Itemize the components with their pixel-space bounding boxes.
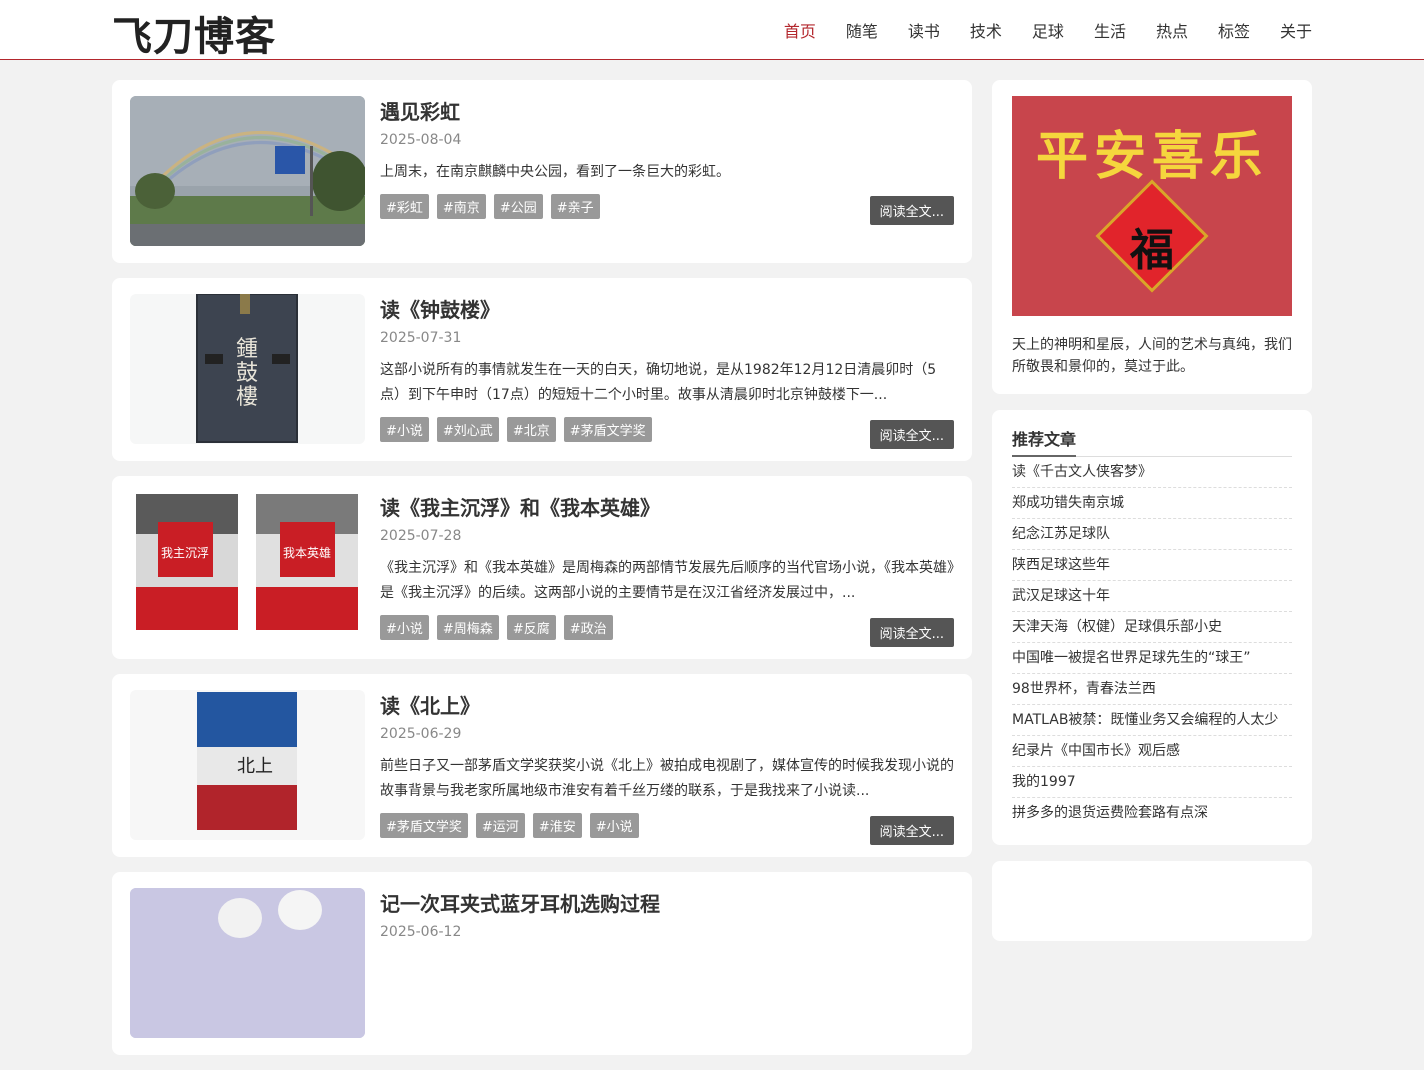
tag[interactable]: #彩虹 [380, 194, 429, 219]
post-date: 2025-07-31 [380, 330, 462, 346]
tag[interactable]: #公园 [493, 194, 543, 219]
recommend-item[interactable]: 拼多多的退货运费险套路有点深 [1012, 798, 1292, 829]
tag[interactable]: #周梅森 [436, 615, 499, 640]
post-date: 2025-08-04 [380, 132, 462, 148]
svg-text:鼓: 鼓 [236, 361, 258, 386]
site-logo[interactable]: 飞刀博客 [112, 4, 276, 62]
recommend-list: 读《千古文人侠客梦》 郑成功错失南京城 纪念江苏足球队 陕西足球这些年 武汉足球… [1012, 457, 1292, 829]
nav-home[interactable]: 首页 [784, 18, 816, 42]
post-title[interactable]: 遇见彩虹 [380, 96, 460, 125]
sidebar-quote: 天上的神明和星辰，人间的艺术与真纯，我们所敬畏和景仰的，莫过于此。 [1012, 337, 1292, 375]
main-nav: 首页 随笔 读书 技术 足球 生活 热点 标签 关于 [754, 18, 1312, 42]
nav-about[interactable]: 关于 [1280, 18, 1312, 42]
post-excerpt: 前些日子又一部茅盾文学奖获奖小说《北上》被拍成电视剧了，媒体宣传的时候我发现小说… [380, 758, 954, 799]
post-title[interactable]: 读《钟鼓楼》 [380, 294, 500, 323]
tag[interactable]: #小说 [380, 417, 429, 442]
post-tags: #茅盾文学奖 #运河 #淮安 #小说 [380, 813, 639, 838]
post-excerpt: 这部小说所有的事情就发生在一天的白天，确切地说，是从1982年12月12日清晨卯… [380, 362, 937, 403]
site-header: 飞刀博客 首页 随笔 读书 技术 足球 生活 热点 标签 关于 [0, 0, 1424, 60]
svg-text:我本英雄: 我本英雄 [283, 545, 331, 560]
post-title[interactable]: 读《北上》 [380, 690, 480, 719]
tag[interactable]: #亲子 [550, 194, 600, 219]
tag[interactable]: #刘心武 [436, 417, 499, 442]
tag[interactable]: #茅盾文学奖 [563, 417, 652, 442]
post-card: 鍾 鼓 樓 读《钟鼓楼》 2025-07-31 这部小说所有的事情就发生在一天的… [112, 278, 972, 461]
recommend-item[interactable]: 读《千古文人侠客梦》 [1012, 457, 1292, 488]
recommend-item[interactable]: 纪念江苏足球队 [1012, 519, 1292, 550]
nav-tags[interactable]: 标签 [1218, 18, 1250, 42]
svg-text:我主沉浮: 我主沉浮 [161, 546, 209, 560]
recommend-item[interactable]: 陕西足球这些年 [1012, 550, 1292, 581]
post-card: 遇见彩虹 2025-08-04 上周末，在南京麒麟中央公园，看到了一条巨大的彩虹… [112, 80, 972, 263]
recommend-item[interactable]: MATLAB被禁：既懂业务又会编程的人太少 [1012, 705, 1292, 736]
tag[interactable]: #茅盾文学奖 [380, 813, 468, 838]
post-thumbnail-rainbow[interactable] [130, 96, 365, 246]
tag[interactable]: #南京 [436, 194, 486, 219]
nav-tech[interactable]: 技术 [970, 18, 1002, 42]
post-card: 记一次耳夹式蓝牙耳机选购过程 2025-06-12 [112, 872, 972, 1055]
recommend-item[interactable]: 我的1997 [1012, 767, 1292, 798]
post-date: 2025-07-28 [380, 528, 462, 544]
recommend-item[interactable]: 武汉足球这十年 [1012, 581, 1292, 612]
tag[interactable]: #运河 [475, 813, 525, 838]
read-more-button[interactable]: 阅读全文... [869, 196, 954, 225]
recommend-box: 推荐文章 读《千古文人侠客梦》 郑成功错失南京城 纪念江苏足球队 陕西足球这些年… [992, 410, 1312, 845]
recommend-item[interactable]: 中国唯一被提名世界足球先生的“球王” [1012, 643, 1292, 674]
read-more-button[interactable]: 阅读全文... [869, 420, 954, 449]
tag[interactable]: #北京 [506, 417, 556, 442]
recommend-item[interactable]: 天津天海（权健）足球俱乐部小史 [1012, 612, 1292, 643]
post-card: 我主沉浮 我本英雄 读《我主沉浮》和《我本英雄》 2025-07-28 《我主沉… [112, 476, 972, 659]
nav-hot[interactable]: 热点 [1156, 18, 1188, 42]
post-date: 2025-06-12 [380, 924, 462, 940]
recommend-heading: 推荐文章 [1012, 426, 1292, 457]
post-list: 遇见彩虹 2025-08-04 上周末，在南京麒麟中央公园，看到了一条巨大的彩虹… [112, 80, 972, 1070]
nav-essays[interactable]: 随笔 [846, 18, 878, 42]
recommend-item[interactable]: 郑成功错失南京城 [1012, 488, 1292, 519]
tag[interactable]: #淮安 [532, 813, 582, 838]
sidebar: 平安喜乐 福 天上的神明和星辰，人间的艺术与真纯，我们所敬畏和景仰的，莫过于此。… [992, 80, 1312, 957]
tag[interactable]: #小说 [589, 813, 639, 838]
svg-text:鍾: 鍾 [236, 337, 258, 362]
post-thumbnail-book[interactable]: 鍾 鼓 樓 [130, 294, 365, 444]
poster-image: 平安喜乐 福 [1012, 96, 1292, 316]
tag[interactable]: #反腐 [506, 615, 556, 640]
post-date: 2025-06-29 [380, 726, 462, 742]
recommend-item[interactable]: 纪录片《中国市长》观后感 [1012, 736, 1292, 767]
svg-text:樓: 樓 [236, 385, 258, 410]
post-tags: #小说 #周梅森 #反腐 #政治 [380, 615, 613, 640]
post-tags: #小说 #刘心武 #北京 #茅盾文学奖 [380, 417, 652, 442]
post-excerpt: 上周末，在南京麒麟中央公园，看到了一条巨大的彩虹。 [380, 164, 730, 180]
post-thumbnail-book[interactable]: 北上 [130, 690, 365, 840]
sidebar-empty-box [992, 861, 1312, 941]
post-thumbnail-earbuds[interactable] [130, 888, 365, 1038]
recommend-item[interactable]: 98世界杯，青春法兰西 [1012, 674, 1292, 705]
poster-fu: 福 [1130, 225, 1174, 276]
tag[interactable]: #小说 [380, 615, 429, 640]
read-more-button[interactable]: 阅读全文... [869, 816, 954, 845]
poster-title: 平安喜乐 [1035, 127, 1268, 187]
post-title[interactable]: 记一次耳夹式蓝牙耳机选购过程 [380, 888, 660, 917]
tag[interactable]: #政治 [563, 615, 613, 640]
read-more-button[interactable]: 阅读全文... [869, 618, 954, 647]
sidebar-poster-box: 平安喜乐 福 天上的神明和星辰，人间的艺术与真纯，我们所敬畏和景仰的，莫过于此。 [992, 80, 1312, 394]
post-title[interactable]: 读《我主沉浮》和《我本英雄》 [380, 492, 660, 521]
post-thumbnail-books[interactable]: 我主沉浮 我本英雄 [130, 492, 365, 642]
svg-text:北上: 北上 [237, 756, 273, 777]
post-excerpt: 《我主沉浮》和《我本英雄》是周梅森的两部情节发展先后顺序的当代官场小说，《我本英… [380, 560, 954, 601]
post-tags: #彩虹 #南京 #公园 #亲子 [380, 194, 600, 219]
post-card: 北上 读《北上》 2025-06-29 前些日子又一部茅盾文学奖获奖小说《北上》… [112, 674, 972, 857]
nav-reading[interactable]: 读书 [908, 18, 940, 42]
nav-football[interactable]: 足球 [1032, 18, 1064, 42]
nav-life[interactable]: 生活 [1094, 18, 1126, 42]
